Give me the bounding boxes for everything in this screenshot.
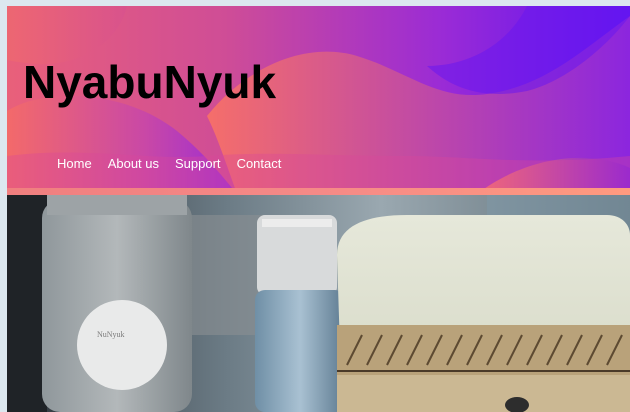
- page: NyabuNyuk Home About us Support Contact: [0, 0, 630, 412]
- nav-link-support[interactable]: Support: [175, 156, 221, 172]
- site-header: NyabuNyuk Home About us Support Contact: [7, 6, 630, 194]
- product-photo: NuNyuk: [7, 195, 630, 412]
- nav-link-about-us[interactable]: About us: [108, 156, 159, 172]
- hero-image: NuNyuk: [7, 195, 630, 412]
- site-title[interactable]: NyabuNyuk: [23, 54, 276, 110]
- main-navigation: Home About us Support Contact: [57, 156, 297, 172]
- nav-link-home[interactable]: Home: [57, 156, 92, 172]
- header-bottom-divider: [7, 188, 630, 195]
- nav-link-contact[interactable]: Contact: [237, 156, 282, 172]
- bottle-label-text: NuNyuk: [97, 330, 125, 339]
